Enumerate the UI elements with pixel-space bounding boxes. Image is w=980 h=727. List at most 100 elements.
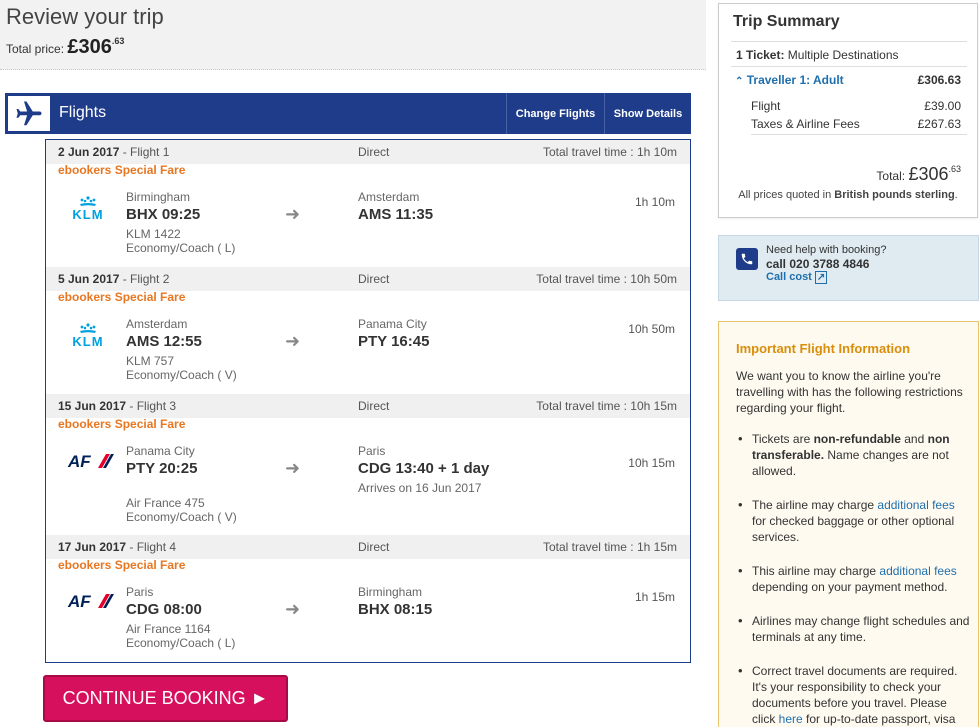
info-intro: We want you to know the airline you're t… (736, 369, 963, 415)
divider (731, 41, 967, 42)
flight-number: Air France 1164 (126, 622, 211, 636)
arrival-note: Arrives on 16 Jun 2017 (358, 481, 482, 495)
passport-info-link[interactable]: here (779, 712, 803, 726)
currency-note: All prices quoted in British pounds ster… (738, 189, 958, 201)
arrival-code-time: AMS 11:35 (358, 206, 434, 223)
help-phone-number: call 020 3788 4846 (766, 257, 870, 271)
svg-text:AF: AF (67, 592, 91, 610)
continue-booking-button[interactable]: CONTINUE BOOKING ► (43, 675, 288, 722)
svg-text:KLM: KLM (72, 334, 103, 348)
divider (731, 66, 967, 67)
list-item: Tickets are non-refundable and non trans… (736, 431, 972, 479)
flight-number: Air France 475 (126, 496, 205, 510)
segment-total-time: Total travel time : 1h 10m (542, 145, 677, 159)
traveller-toggle[interactable]: ⌃ Traveller 1: Adult (735, 73, 844, 87)
special-fare-label: ebookers Special Fare (58, 163, 186, 177)
info-title: Important Flight Information (736, 341, 911, 356)
help-heading: Need help with booking? (766, 244, 887, 256)
flight-duration: 10h 50m (628, 322, 675, 336)
ticket-count: 1 Ticket: Multiple Destinations (736, 48, 899, 62)
klm-logo: KLM (66, 195, 110, 226)
special-fare-label: ebookers Special Fare (58, 290, 186, 304)
flight-fare-amount: £39.00 (924, 99, 961, 113)
flight-number: KLM 1422 (126, 227, 181, 241)
help-box: Need help with booking? call 020 3788 48… (718, 235, 979, 301)
important-info-box: Important Flight Information We want you… (718, 321, 979, 727)
trip-header: Review your trip Total price: £306.63 (0, 0, 706, 70)
segment-date: 5 Jun 2017 - Flight 2 (58, 272, 170, 286)
additional-fees-link[interactable]: additional fees (879, 564, 956, 578)
arrival-code-time: PTY 16:45 (358, 333, 430, 350)
arrival-city: Amsterdam (358, 190, 420, 204)
segment-header: 15 Jun 2017 - Flight 3 Direct Total trav… (46, 394, 690, 418)
flight-segment: 5 Jun 2017 - Flight 2 Direct Total trave… (46, 267, 690, 394)
flight-fare-label: Flight (751, 99, 781, 113)
arrow-right-icon: ➜ (285, 458, 301, 478)
list-item: This airline may charge additional fees … (736, 563, 972, 595)
arrow-right-icon: ➜ (285, 204, 301, 224)
flight-duration: 10h 15m (628, 456, 675, 470)
trip-summary: Trip Summary 1 Ticket: Multiple Destinat… (718, 3, 978, 218)
special-fare-label: ebookers Special Fare (58, 558, 186, 572)
list-item: Correct travel documents are required. I… (736, 663, 972, 727)
special-fare-label: ebookers Special Fare (58, 417, 186, 431)
segment-stops: Direct (358, 272, 390, 286)
cabin-class: Economy/Coach ( V) (126, 510, 237, 524)
total-price-pence: .63 (111, 36, 125, 46)
departure-city: Panama City (126, 444, 195, 458)
arrival-city: Birmingham (358, 585, 423, 599)
show-details-button[interactable]: Show Details (604, 93, 691, 134)
flights-title: Flights (59, 104, 107, 121)
departure-code-time: CDG 08:00 (126, 601, 202, 618)
segment-header: 17 Jun 2017 - Flight 4 Direct Total trav… (46, 535, 690, 559)
segment-stops: Direct (358, 540, 390, 554)
klm-logo: KLM (66, 322, 110, 353)
additional-fees-link[interactable]: additional fees (877, 498, 954, 512)
svg-text:AF: AF (67, 452, 91, 470)
flight-duration: 1h 10m (634, 195, 675, 209)
departure-city: Amsterdam (126, 317, 188, 331)
arrival-code-time: BHX 08:15 (358, 601, 433, 618)
segment-date: 15 Jun 2017 - Flight 3 (58, 399, 177, 413)
segment-header: 5 Jun 2017 - Flight 2 Direct Total trave… (46, 267, 690, 291)
arrow-right-icon: ➜ (285, 331, 301, 351)
flight-segment: 2 Jun 2017 - Flight 1 Direct Total trave… (46, 140, 690, 267)
segment-total-time: Total travel time : 10h 15m (536, 399, 677, 413)
cabin-class: Economy/Coach ( L) (126, 636, 236, 650)
segment-stops: Direct (358, 145, 390, 159)
divider (751, 134, 967, 135)
segment-header: 2 Jun 2017 - Flight 1 Direct Total trave… (46, 140, 690, 164)
total-price-amount: £306 (67, 36, 112, 58)
total-price-label: Total price: (6, 42, 65, 56)
air-france-logo: AF (66, 452, 116, 475)
segment-date: 2 Jun 2017 - Flight 1 (58, 145, 170, 159)
flight-segment: 17 Jun 2017 - Flight 4 Direct Total trav… (46, 535, 690, 662)
call-cost-link[interactable]: Call cost ↗ (766, 271, 828, 284)
flights-bar: Flights Change Flights Show Details (5, 93, 691, 134)
phone-icon (736, 248, 758, 270)
summary-total: Total: £306.63 (876, 164, 961, 184)
trip-summary-title: Trip Summary (733, 13, 840, 30)
departure-city: Birmingham (126, 190, 191, 204)
arrival-city: Paris (358, 444, 386, 458)
arrow-right-icon: ➜ (285, 599, 301, 619)
flight-duration: 1h 15m (634, 590, 675, 604)
taxes-label: Taxes & Airline Fees (751, 117, 860, 131)
segment-date: 17 Jun 2017 - Flight 4 (58, 540, 177, 554)
chevron-up-icon: ⌃ (735, 76, 744, 87)
plane-icon (8, 96, 50, 131)
segment-total-time: Total travel time : 10h 50m (536, 272, 677, 286)
departure-code-time: BHX 09:25 (126, 206, 201, 223)
svg-text:KLM: KLM (72, 207, 103, 221)
restrictions-list: Tickets are non-refundable and non trans… (736, 431, 972, 727)
air-france-logo: AF (66, 592, 116, 615)
itinerary: 2 Jun 2017 - Flight 1 Direct Total trave… (45, 139, 691, 663)
departure-code-time: AMS 12:55 (126, 333, 202, 350)
external-link-icon: ↗ (814, 271, 828, 284)
arrival-city: Panama City (358, 317, 427, 331)
page-title: Review your trip (6, 4, 164, 29)
list-item: The airline may charge additional fees f… (736, 497, 972, 545)
traveller-amount: £306.63 (917, 73, 961, 87)
flight-number: KLM 757 (126, 354, 175, 368)
change-flights-button[interactable]: Change Flights (506, 93, 604, 134)
